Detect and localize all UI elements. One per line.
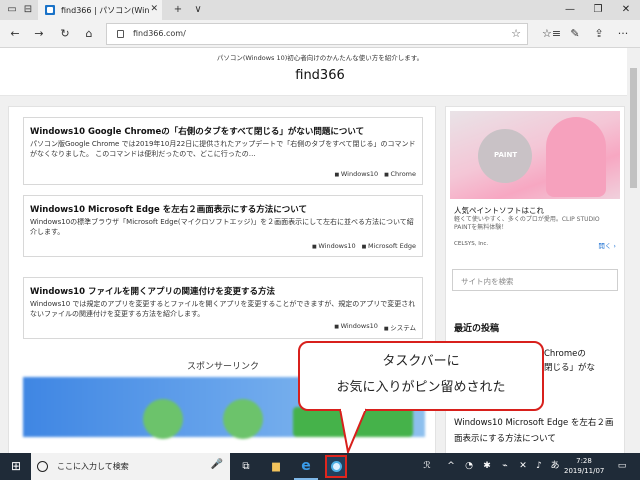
recent-posts-heading: 最近の投稿 <box>454 324 500 334</box>
article-excerpt: Windows10 では規定のアプリを変更するとファイルを開くアプリを変更するこ… <box>30 300 416 318</box>
more-menu-icon[interactable]: ··· <box>614 25 632 43</box>
category-tag[interactable]: Windows10 <box>312 242 355 250</box>
category-tag[interactable]: システム <box>384 322 416 332</box>
article-card[interactable]: Windows10 ファイルを開くアプリの関連付けを変更する方法 Windows… <box>23 277 423 339</box>
taskbar-search-box[interactable]: ここに入力して検索 🎤 <box>31 453 230 480</box>
bluetooth-icon[interactable]: ✱ <box>480 453 494 480</box>
category-tag[interactable]: Windows10 <box>334 322 378 332</box>
page-scrollbar[interactable] <box>627 48 640 453</box>
people-icon[interactable]: ℛ <box>420 453 434 480</box>
ad-art-text: PAINT <box>494 151 518 159</box>
favorites-hub-icon[interactable]: ☆≡ <box>542 25 561 43</box>
callout-line-2: お気に入りがピン留めされた <box>336 380 506 395</box>
tab-find366[interactable]: find366 | パソコン(Windows ✕ <box>38 0 162 20</box>
site-tagline: パソコン(Windows 10)初心者向けのかんたんな使い方を紹介します。 <box>216 54 424 62</box>
category-tag[interactable]: Microsoft Edge <box>362 242 416 250</box>
navigation-bar: ← → ↻ ⌂ find366.com/ ☆ ☆≡ ✎ ⇪ ··· <box>0 20 640 48</box>
back-button[interactable]: ← <box>6 25 24 43</box>
clock-date: 2019/11/07 <box>564 467 605 475</box>
site-header: パソコン(Windows 10)初心者向けのかんたんな使い方を紹介します。 fi… <box>0 48 640 96</box>
article-card[interactable]: Windows10 Google Chromeの「右側のタブをすべて閉じる」がな… <box>23 117 423 185</box>
minimize-button[interactable]: — <box>556 0 584 20</box>
share-icon[interactable]: ⇪ <box>590 25 608 43</box>
tab-title: find366 | パソコン(Windows <box>61 5 149 15</box>
article-tags: Windows10 Chrome <box>335 170 416 178</box>
pinned-favorite-site-icon[interactable] <box>325 455 347 478</box>
tab-strip: ▭ ⊟ find366 | パソコン(Windows ✕ + ∨ — ❐ ✕ <box>0 0 640 20</box>
volume-icon[interactable]: ♪ <box>532 453 546 480</box>
article-card[interactable]: Windows10 Microsoft Edge を左右２画面表示にする方法につ… <box>23 195 423 257</box>
home-button[interactable]: ⌂ <box>80 25 98 43</box>
ad-title[interactable]: 人気ペイントソフトはこれ <box>454 205 544 216</box>
ime-mode-icon[interactable]: あ <box>548 453 562 480</box>
edge-browser-icon[interactable]: e <box>296 453 316 480</box>
annotation-callout: タスクバーに お気に入りがピン留めされた <box>298 341 544 411</box>
ad-open-link[interactable]: 開く › <box>598 240 616 250</box>
web-notes-icon[interactable]: ✎ <box>566 25 584 43</box>
cortana-circle-icon <box>37 461 48 472</box>
site-favicon-icon <box>45 5 55 15</box>
lock-icon <box>117 30 124 38</box>
new-tab-button[interactable]: + <box>170 0 186 20</box>
refresh-button[interactable]: ↻ <box>56 25 74 43</box>
article-tags: Windows10 Microsoft Edge <box>312 242 416 250</box>
tab-list-chevron-icon[interactable]: ∨ <box>190 0 206 20</box>
tab-close-icon[interactable]: ✕ <box>150 4 158 14</box>
sidebar-ad[interactable]: PAINT 人気ペイントソフトはこれ 軽くて使いやすく、多くのプロが愛用。CLI… <box>450 111 620 256</box>
task-view-icon[interactable]: ⧉ <box>236 453 256 480</box>
windows-start-icon[interactable]: ⊞ <box>6 453 26 480</box>
file-explorer-icon[interactable]: ▆ <box>266 453 286 480</box>
category-tag[interactable]: Windows10 <box>335 170 378 178</box>
callout-pointer <box>339 408 367 454</box>
action-center-icon[interactable]: ▭ <box>612 453 632 480</box>
recent-post-link[interactable]: Windows10 Microsoft Edge を左右２画面表示にする方法につ… <box>454 415 620 447</box>
category-tag[interactable]: Chrome <box>384 170 417 178</box>
set-aside-tabs-icon[interactable]: ⊟ <box>20 0 36 20</box>
article-title[interactable]: Windows10 Google Chromeの「右側のタブをすべて閉じる」がな… <box>30 125 416 137</box>
article-title[interactable]: Windows10 ファイルを開くアプリの関連付けを変更する方法 <box>30 285 416 297</box>
article-tags: Windows10 システム <box>334 322 416 332</box>
network-disconnected-icon[interactable]: ✕ <box>516 453 530 480</box>
maximize-button[interactable]: ❐ <box>584 0 612 20</box>
tab-preview-icon[interactable]: ▭ <box>4 0 20 20</box>
microphone-icon[interactable]: 🎤 <box>211 459 223 470</box>
scrollbar-thumb[interactable] <box>630 68 637 188</box>
site-logo[interactable]: find366 <box>0 68 640 83</box>
clock-time: 7:28 <box>576 457 592 465</box>
close-window-button[interactable]: ✕ <box>612 0 640 20</box>
onedrive-icon[interactable]: ◔ <box>462 453 476 480</box>
ad-artwork: PAINT <box>450 111 620 199</box>
system-clock[interactable]: 7:28 2019/11/07 <box>564 456 604 476</box>
address-bar[interactable]: find366.com/ ☆ <box>106 23 528 45</box>
ad-brand: CELSYS, Inc. <box>454 241 489 247</box>
pen-workspace-icon[interactable]: ⌁ <box>498 453 512 480</box>
article-excerpt: パソコン版Google Chrome では2019年10月22日に提供されたアッ… <box>30 140 416 158</box>
show-hidden-icons-chevron-icon[interactable]: ^ <box>444 453 458 480</box>
ad-description: 軽くて使いやすく、多くのプロが愛用。CLIP STUDIO PAINTを無料体験… <box>454 216 600 231</box>
callout-line-1: タスクバーに <box>382 354 460 369</box>
article-title[interactable]: Windows10 Microsoft Edge を左右２画面表示にする方法につ… <box>30 203 416 215</box>
article-excerpt: Windows10の標準ブラウザ「Microsoft Edge(マイクロソフトエ… <box>30 218 414 236</box>
site-search-input[interactable]: サイト内を検索 <box>452 269 618 291</box>
favorite-star-icon[interactable]: ☆ <box>511 27 521 40</box>
taskbar-search-placeholder: ここに入力して検索 <box>57 462 129 471</box>
search-placeholder: サイト内を検索 <box>461 277 514 286</box>
forward-button[interactable]: → <box>30 25 48 43</box>
address-url: find366.com/ <box>133 29 186 38</box>
